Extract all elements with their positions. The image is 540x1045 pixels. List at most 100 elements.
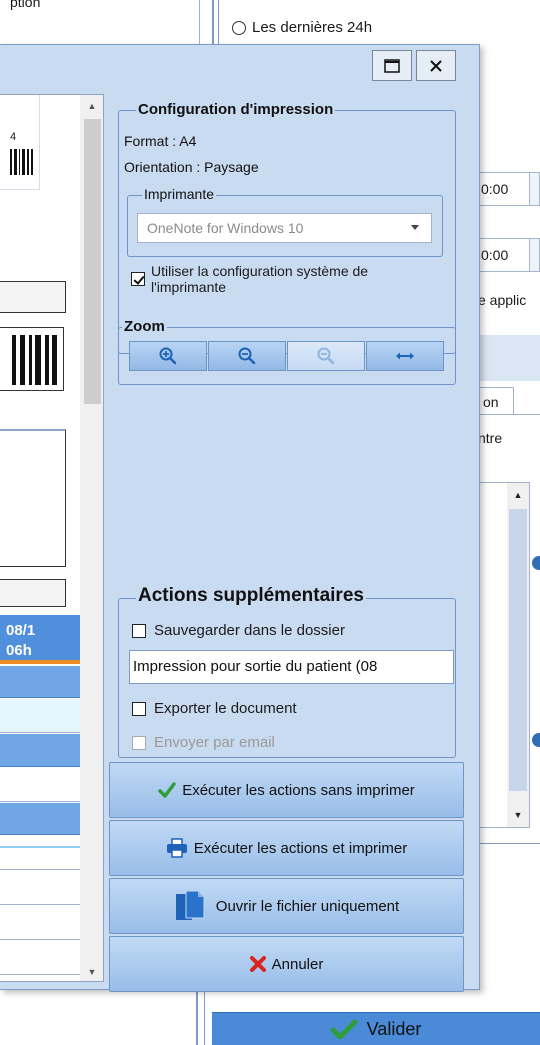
- scroll-down-arrow-icon[interactable]: ▼: [80, 967, 103, 977]
- open-file-button[interactable]: Ouvrir le fichier uniquement: [109, 878, 464, 934]
- preview-box: [0, 579, 66, 607]
- time-spinner[interactable]: [529, 239, 539, 271]
- document-icon: [175, 890, 205, 920]
- tab-underline: [478, 414, 540, 415]
- zoom-in-icon: [159, 347, 177, 365]
- format-label: Format : A4: [124, 133, 197, 149]
- background-tab[interactable]: on: [478, 387, 514, 415]
- send-email-option[interactable]: Envoyer par email: [132, 734, 275, 751]
- fit-width-icon: [396, 352, 414, 360]
- scroll-up-arrow-icon[interactable]: ▲: [80, 101, 103, 111]
- zoom-out-button[interactable]: [208, 341, 286, 371]
- table-row: [0, 803, 80, 835]
- use-system-config-label: Utiliser la configuration système de l'i…: [151, 263, 369, 295]
- time-value: 0:00: [481, 247, 509, 263]
- background-divider: [212, 0, 214, 46]
- preview-page-thumb: 4: [0, 95, 40, 190]
- zoom-in-button[interactable]: [129, 341, 207, 371]
- table-row: [0, 666, 80, 698]
- background-divider: [196, 990, 198, 1045]
- list-scrollbar[interactable]: ▲ ▼: [507, 483, 529, 827]
- printer-legend: Imprimante: [142, 186, 217, 202]
- print-config-legend: Configuration d'impression: [136, 101, 336, 118]
- preview-table-header: 08/1 06h: [0, 615, 80, 663]
- zoom-reset-button[interactable]: [287, 341, 365, 371]
- background-tab-band: [478, 335, 540, 381]
- background-top-left-panel: ption: [0, 0, 200, 46]
- time-value: 0:00: [481, 181, 509, 197]
- checkmark-icon: [330, 1019, 357, 1039]
- table-row: [0, 941, 80, 975]
- table-row: [0, 871, 80, 905]
- scroll-down-arrow-icon[interactable]: ▼: [507, 803, 529, 827]
- send-email-label: Envoyer par email: [154, 734, 275, 751]
- time-input-end[interactable]: 0:00: [478, 238, 540, 272]
- zoom-legend: Zoom: [122, 318, 167, 335]
- maximize-button[interactable]: [372, 50, 412, 81]
- execute-and-print-label: Exécuter les actions et imprimer: [193, 839, 408, 857]
- radio-button[interactable]: [232, 20, 246, 35]
- execute-and-print-button[interactable]: Exécuter les actions et imprimer: [109, 820, 464, 876]
- time-spinner[interactable]: [529, 173, 539, 205]
- preview-date-label: 08/1: [6, 622, 36, 639]
- execute-without-print-label: Exécuter les actions sans imprimer: [182, 781, 415, 799]
- maximize-icon: [384, 58, 400, 73]
- barcode-icon: [10, 149, 33, 175]
- zoom-reset-icon: [317, 347, 335, 365]
- zoom-out-icon: [238, 347, 256, 365]
- export-document-label: Exporter le document: [154, 700, 297, 717]
- orientation-label: Orientation : Paysage: [124, 159, 259, 175]
- cancel-label: Annuler: [271, 955, 324, 973]
- preview-scrollbar[interactable]: ▲ ▼: [80, 95, 103, 981]
- open-file-label: Ouvrir le fichier uniquement: [215, 897, 400, 915]
- info-dot-icon[interactable]: [532, 556, 540, 570]
- export-document-option[interactable]: Exporter le document: [132, 700, 297, 717]
- table-row: [0, 768, 80, 802]
- use-system-config-checkbox[interactable]: [131, 272, 145, 286]
- save-folder-option[interactable]: Sauvegarder dans le dossier: [132, 622, 345, 639]
- use-system-config-option[interactable]: Utiliser la configuration système de l'i…: [131, 263, 431, 295]
- cancel-button[interactable]: Annuler: [109, 936, 464, 992]
- validate-button-label: Valider: [366, 1018, 422, 1039]
- preview-box: [0, 281, 66, 313]
- print-dialog: 4 08/1 06h ▲ ▼ Configuration d'impressio…: [0, 44, 480, 992]
- save-folder-checkbox[interactable]: [132, 623, 146, 638]
- save-folder-label: Sauvegarder dans le dossier: [154, 622, 345, 639]
- scroll-up-arrow-icon[interactable]: ▲: [507, 483, 529, 507]
- preview-time-label: 06h: [6, 642, 32, 659]
- time-input-start[interactable]: 0:00: [478, 172, 540, 206]
- background-divider: [204, 990, 205, 1045]
- preview-label: 4: [10, 131, 17, 143]
- background-partial-label: ption: [10, 0, 41, 10]
- preview-barcode-box: [0, 327, 64, 391]
- preview-blue-line: [0, 846, 80, 848]
- scroll-thumb[interactable]: [509, 509, 527, 791]
- printer-icon: [166, 838, 187, 858]
- background-divider: [218, 0, 219, 46]
- table-row: [0, 699, 80, 733]
- export-document-checkbox[interactable]: [132, 701, 146, 716]
- background-ntre-text: ntre: [478, 430, 503, 446]
- execute-without-print-button[interactable]: Exécuter les actions sans imprimer: [109, 762, 464, 818]
- print-preview-pane[interactable]: 4 08/1 06h ▲ ▼: [0, 94, 104, 982]
- radio-label: Les dernières 24h: [252, 19, 373, 36]
- dialog-titlebar[interactable]: [0, 45, 479, 89]
- validate-button[interactable]: Valider: [212, 1012, 540, 1045]
- background-divider: [478, 843, 540, 844]
- printer-select[interactable]: OneNote for Windows 10: [137, 213, 432, 243]
- table-row: [0, 836, 80, 870]
- document-name-input[interactable]: Impression pour sortie du patient (08: [129, 650, 454, 684]
- preview-block: [0, 429, 66, 567]
- table-row: [0, 734, 80, 767]
- close-button[interactable]: [416, 50, 456, 81]
- send-email-checkbox[interactable]: [132, 735, 146, 750]
- info-dot-icon[interactable]: [532, 733, 540, 747]
- fit-width-button[interactable]: [366, 341, 444, 371]
- preview-accent-line: [0, 660, 80, 664]
- scroll-thumb[interactable]: [84, 119, 101, 404]
- table-row: [0, 906, 80, 940]
- radio-last-24h[interactable]: Les dernières 24h: [232, 19, 372, 36]
- barcode-icon: [12, 335, 57, 385]
- background-list[interactable]: ▲ ▼: [478, 482, 530, 828]
- background-applic-text: e applic: [478, 292, 527, 308]
